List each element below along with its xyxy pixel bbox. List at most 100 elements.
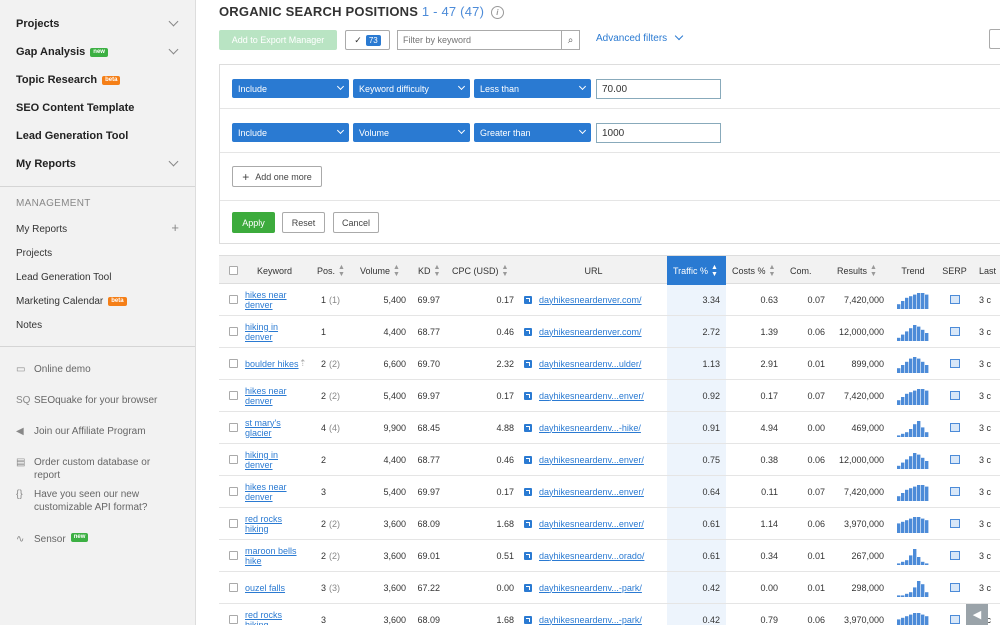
column-header-keyword[interactable]: Keyword bbox=[247, 256, 311, 285]
select-all-checkbox[interactable] bbox=[219, 256, 247, 285]
external-link-icon[interactable] bbox=[524, 487, 532, 496]
external-link-icon[interactable] bbox=[524, 615, 532, 624]
select-all-toggle[interactable]: ✓ 73 bbox=[345, 30, 390, 50]
tool-link-1[interactable]: SQ SEOquake for your browser bbox=[16, 394, 185, 407]
sidebar-item-projects[interactable]: Projects bbox=[16, 13, 181, 35]
column-header-kd[interactable]: KD ▲ ▼ bbox=[412, 256, 446, 285]
chevron-down-icon[interactable] bbox=[168, 44, 179, 55]
external-link-icon[interactable] bbox=[524, 551, 532, 560]
external-link-icon[interactable] bbox=[524, 423, 532, 432]
tool-link-5[interactable]: ∿ Sensor new bbox=[16, 533, 185, 546]
keyword-link[interactable]: red rocks hiking bbox=[245, 610, 307, 625]
keyword-link[interactable]: hiking in denver bbox=[245, 450, 307, 470]
serp-icon[interactable] bbox=[949, 327, 960, 336]
table-row[interactable]: hikes near denver 1 (1) 5,400 69.97 0.17 dayhi… bbox=[219, 284, 1000, 316]
serp-icon[interactable] bbox=[949, 455, 960, 464]
external-link-icon[interactable] bbox=[524, 295, 532, 304]
management-item-notes[interactable]: Notes bbox=[16, 317, 181, 333]
management-item-lead-generation-tool[interactable]: Lead Generation Tool bbox=[16, 269, 181, 285]
column-header-pos[interactable]: Pos. ▲ ▼ bbox=[311, 256, 354, 285]
sidebar-item-my-reports[interactable]: My Reports bbox=[16, 153, 181, 175]
filter-mode-dropdown[interactable]: Include bbox=[232, 123, 349, 142]
column-header-volume[interactable]: Volume ▲ ▼ bbox=[354, 256, 412, 285]
serp-icon[interactable] bbox=[949, 359, 960, 368]
add-one-more-button[interactable]: + Add one more bbox=[232, 166, 322, 187]
column-header-url[interactable]: URL bbox=[520, 256, 667, 285]
filter-op-dropdown[interactable]: Less than bbox=[474, 79, 591, 98]
apply-button[interactable]: Apply bbox=[232, 212, 275, 233]
info-icon[interactable]: i bbox=[490, 6, 504, 19]
external-link-icon[interactable] bbox=[524, 455, 532, 464]
add-report-icon[interactable]: + bbox=[171, 221, 179, 234]
feedback-megaphone-icon[interactable]: ◀ bbox=[966, 604, 988, 625]
keyword-link[interactable]: hikes near denver bbox=[245, 386, 307, 406]
column-header-cpc-usd[interactable]: CPC (USD) ▲ ▼ bbox=[446, 256, 520, 285]
management-item-my-reports[interactable]: My Reports + bbox=[16, 221, 181, 237]
filter-value-input[interactable]: 70.00 bbox=[596, 79, 721, 99]
table-row[interactable]: st mary's glacier 4 (4) 9,900 68.45 4.88 dayhi… bbox=[219, 412, 1000, 444]
table-row[interactable]: hiking in denver 1 4,400 68.77 0.46 dayhikesn… bbox=[219, 316, 1000, 348]
serp-icon[interactable] bbox=[949, 487, 960, 496]
url-link[interactable]: dayhikesneardenv...-park/ bbox=[539, 583, 642, 593]
serp-icon[interactable] bbox=[949, 391, 960, 400]
column-header-results[interactable]: Results ▲ ▼ bbox=[831, 256, 890, 285]
table-row[interactable]: maroon bells hike 2 (2) 3,600 69.01 0.51 dayhi… bbox=[219, 540, 1000, 572]
keyword-link[interactable]: boulder hikes bbox=[245, 359, 299, 369]
column-header-traffic[interactable]: Traffic % ▲ ▼ bbox=[667, 256, 726, 285]
upload-icon[interactable]: ⇡ bbox=[299, 358, 307, 369]
filter-value-input[interactable]: 1000 bbox=[596, 123, 721, 143]
serp-icon[interactable] bbox=[949, 583, 960, 592]
url-link[interactable]: dayhikesneardenv...orado/ bbox=[539, 551, 644, 561]
filter-field-dropdown[interactable]: Keyword difficulty bbox=[353, 79, 470, 98]
sidebar-item-seo-content-template[interactable]: SEO Content Template bbox=[16, 97, 181, 119]
sidebar-item-lead-generation-tool[interactable]: Lead Generation Tool bbox=[16, 125, 181, 147]
table-row[interactable]: hikes near denver 3 5,400 69.97 0.17 dayhikes… bbox=[219, 476, 1000, 508]
export-icon[interactable] bbox=[989, 29, 1000, 49]
url-link[interactable]: dayhikesneardenv...enver/ bbox=[539, 455, 644, 465]
url-link[interactable]: dayhikesneardenver.com/ bbox=[539, 327, 642, 337]
filter-field-dropdown[interactable]: Volume bbox=[353, 123, 470, 142]
table-row[interactable]: red rocks hiking 2 (2) 3,600 68.09 1.68 dayhik… bbox=[219, 508, 1000, 540]
serp-icon[interactable] bbox=[949, 295, 960, 304]
table-row[interactable]: red rocks hiking 3 3,600 68.09 1.68 dayhikesn… bbox=[219, 604, 1000, 625]
tool-link-0[interactable]: ▭ Online demo bbox=[16, 363, 185, 376]
column-header-costs[interactable]: Costs % ▲ ▼ bbox=[726, 256, 784, 285]
serp-icon[interactable] bbox=[949, 423, 960, 432]
management-item-projects[interactable]: Projects bbox=[16, 245, 181, 261]
url-link[interactable]: dayhikesneardenv...enver/ bbox=[539, 487, 644, 497]
reset-button[interactable]: Reset bbox=[282, 212, 325, 233]
url-link[interactable]: dayhikesneardenv...-park/ bbox=[539, 615, 642, 625]
serp-icon[interactable] bbox=[949, 551, 960, 560]
external-link-icon[interactable] bbox=[524, 327, 532, 336]
filter-mode-dropdown[interactable]: Include bbox=[232, 79, 349, 98]
filter-op-dropdown[interactable]: Greater than bbox=[474, 123, 591, 142]
keyword-link[interactable]: maroon bells hike bbox=[245, 546, 307, 566]
column-header-com[interactable]: Com. bbox=[784, 256, 831, 285]
table-row[interactable]: ouzel falls 3 (3) 3,600 67.22 0.00 dayhikesnea… bbox=[219, 572, 1000, 604]
table-row[interactable]: boulder hikes ⇡ 2 (2) 6,600 69.70 2.32 dayhikes… bbox=[219, 348, 1000, 380]
keyword-link[interactable]: ouzel falls bbox=[245, 583, 285, 593]
keyword-link[interactable]: st mary's glacier bbox=[245, 418, 307, 438]
external-link-icon[interactable] bbox=[524, 359, 532, 368]
column-header-serp[interactable]: SERP bbox=[936, 256, 973, 285]
cancel-button[interactable]: Cancel bbox=[333, 212, 379, 233]
chevron-down-icon[interactable] bbox=[168, 16, 179, 27]
management-item-marketing-calendar[interactable]: Marketing Calendar beta bbox=[16, 293, 181, 309]
url-link[interactable]: dayhikesneardenver.com/ bbox=[539, 295, 642, 305]
external-link-icon[interactable] bbox=[524, 519, 532, 528]
checkbox[interactable] bbox=[228, 266, 238, 275]
keyword-link[interactable]: hikes near denver bbox=[245, 290, 307, 310]
external-link-icon[interactable] bbox=[524, 391, 532, 400]
add-to-export-button[interactable]: Add to Export Manager bbox=[219, 30, 337, 50]
column-header-trend[interactable]: Trend bbox=[890, 256, 936, 285]
serp-icon[interactable] bbox=[949, 615, 960, 624]
tool-link-3[interactable]: ▤ Order custom database or report bbox=[16, 456, 185, 482]
url-link[interactable]: dayhikesneardenv...enver/ bbox=[539, 391, 644, 401]
column-header-last[interactable]: Last bbox=[973, 256, 1000, 285]
table-row[interactable]: hikes near denver 2 (2) 5,400 69.97 0.17 dayhi… bbox=[219, 380, 1000, 412]
keyword-link[interactable]: hiking in denver bbox=[245, 322, 307, 342]
sidebar-item-gap-analysis[interactable]: Gap Analysis new bbox=[16, 41, 181, 63]
url-link[interactable]: dayhikesneardenv...-hike/ bbox=[539, 423, 641, 433]
url-link[interactable]: dayhikesneardenv...ulder/ bbox=[539, 359, 641, 369]
tool-link-2[interactable]: ◀ Join our Affiliate Program bbox=[16, 425, 185, 438]
